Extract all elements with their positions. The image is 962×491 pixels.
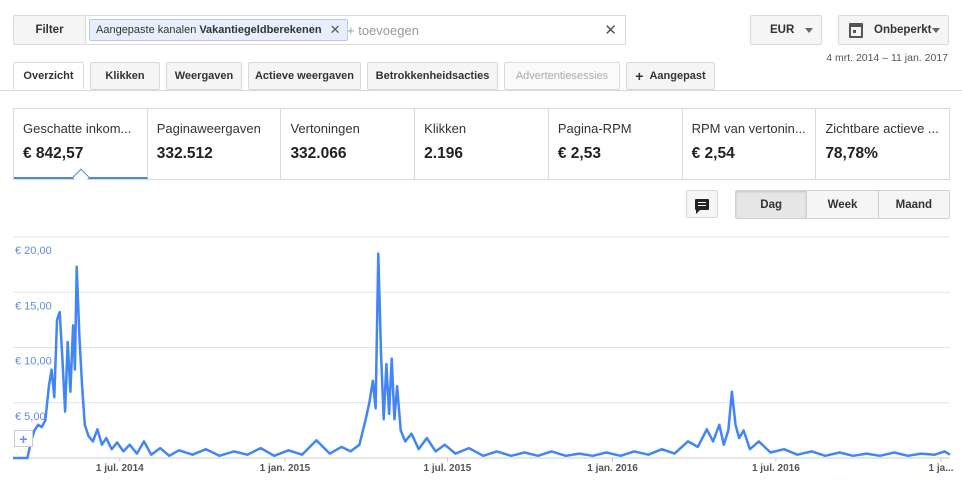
date-range-label: 4 mrt. 2014 – 11 jan. 2017 [826, 52, 948, 64]
x-tick-label: 1 ja... [929, 463, 954, 474]
granularity-toggle: Dag Week Maand [735, 190, 950, 219]
tabs-divider [0, 90, 962, 91]
metric-card-klikken[interactable]: Klikken 2.196 [415, 109, 549, 179]
y-tick-label: € 10,00 [15, 356, 52, 368]
metric-value: 332.066 [290, 145, 347, 162]
metric-value: 2.196 [424, 145, 463, 162]
metric-card-zichtbare-actieve[interactable]: Zichtbare actieve ... 78,78% [816, 109, 949, 179]
metric-card-paginaweergaven[interactable]: Paginaweergaven 332.512 [148, 109, 282, 179]
calendar-icon [849, 23, 863, 38]
chart-series-layer [13, 252, 951, 460]
metric-value: € 2,54 [691, 145, 735, 162]
metric-label: Pagina-RPM [557, 121, 632, 136]
metric-value: 332.512 [156, 145, 213, 162]
tab-aangepast-label: Aangepast [649, 70, 706, 82]
currency-label: EUR [770, 24, 795, 36]
x-tick-label: 1 jan. 2016 [587, 463, 638, 474]
chart-grid [13, 236, 950, 459]
metric-card-vertoningen[interactable]: Vertoningen 332.066 [281, 109, 416, 179]
filter-input-box[interactable]: Aangepaste kanalen Vakantiegeldberekenen… [86, 15, 626, 45]
granularity-month-button[interactable]: Maand [878, 191, 949, 218]
filter-chip[interactable]: Aangepaste kanalen Vakantiegeldberekenen… [89, 19, 348, 41]
tab-aangepast[interactable]: + Aangepast [626, 62, 715, 90]
metric-label: RPM van vertonin... [691, 121, 806, 136]
metric-value: 78,78% [825, 145, 878, 162]
metric-value: € 2,53 [557, 145, 601, 162]
tab-advertentiesessies: Advertentiesessies [504, 62, 620, 90]
filter-add-input[interactable]: + toevoegen [347, 23, 419, 38]
plus-icon: + [635, 68, 644, 84]
y-tick-label: € 15,00 [15, 300, 52, 312]
granularity-week-button[interactable]: Week [807, 191, 879, 218]
comment-icon [695, 198, 709, 214]
annotation-button[interactable] [686, 190, 718, 218]
y-tick-label: € 20,00 [15, 245, 52, 257]
chevron-down-icon [805, 28, 813, 33]
tab-overzicht[interactable]: Overzicht [13, 62, 84, 90]
tab-weergaven[interactable]: Weergaven [166, 62, 242, 90]
x-tick-label: 1 jul. 2016 [752, 463, 800, 474]
x-axis-ticks: 1 jul. 2014 1 jan. 2015 1 jul. 2015 1 jan. … [96, 458, 954, 474]
metric-label: Zichtbare actieve ... [825, 121, 939, 136]
earnings-line-chart[interactable]: € 20,00€ 15,00€ 10,00€ 5,00 1 jul. 2014 1… [0, 225, 962, 491]
granularity-day-button[interactable]: Dag [736, 191, 808, 218]
chip-close-icon[interactable]: ✕ [330, 22, 341, 38]
zoom-in-icon[interactable]: + [14, 430, 33, 447]
metric-cards: Geschatte inkom... € 842,57 Paginaweerga… [13, 108, 950, 180]
y-axis-ticks: € 20,00 € 15,00 € 10,00 € 5,00 [15, 245, 52, 423]
x-tick-label: 1 jul. 2015 [423, 463, 471, 474]
metric-value: € 842,57 [23, 145, 84, 162]
filter-button[interactable]: Filter [13, 15, 86, 45]
series-line [13, 252, 951, 460]
currency-dropdown[interactable]: EUR [750, 15, 822, 45]
x-tick-label: 1 jul. 2014 [96, 463, 144, 474]
tab-klikken[interactable]: Klikken [90, 62, 160, 90]
filter-chip-value: Vakantiegeldberekenen [199, 24, 322, 36]
filter-chip-prefix: Aangepaste kanalen [96, 24, 197, 36]
period-label: Onbeperkt [874, 24, 932, 36]
clear-filter-icon[interactable]: ✕ [604, 21, 617, 39]
metric-card-pagina-rpm[interactable]: Pagina-RPM € 2,53 [549, 109, 683, 179]
period-dropdown[interactable]: Onbeperkt [838, 15, 949, 45]
metric-label: Paginaweergaven [156, 121, 261, 136]
tab-actieve-weergaven[interactable]: Actieve weergaven [248, 62, 361, 90]
metric-label: Geschatte inkom... [23, 121, 132, 136]
metric-label: Klikken [424, 121, 467, 136]
metric-card-rpm-vertoningen[interactable]: RPM van vertonin... € 2,54 [683, 109, 817, 179]
y-tick-label: € 5,00 [15, 411, 46, 423]
tab-betrokkenheidsacties[interactable]: Betrokkenheidsacties [367, 62, 498, 90]
chevron-down-icon [932, 28, 940, 33]
metric-label: Vertoningen [290, 121, 360, 136]
x-tick-label: 1 jan. 2015 [260, 463, 311, 474]
